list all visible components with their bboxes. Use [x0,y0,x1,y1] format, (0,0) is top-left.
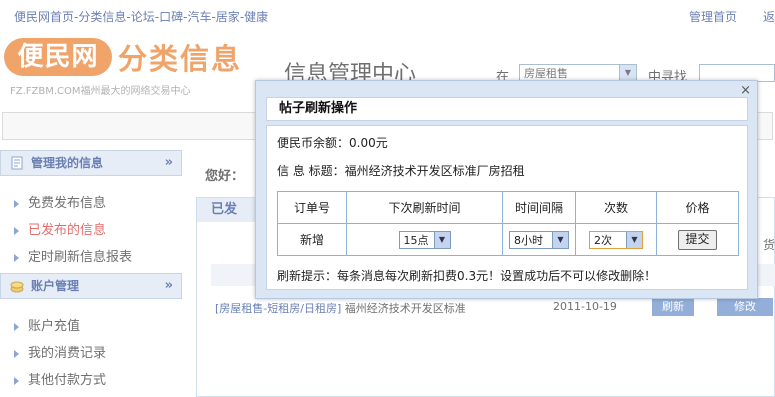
refresh-settings-table: 订单号 下次刷新时间 时间间隔 次数 价格 新增 15点 ▼ 8小时 ▼ 2次 … [277,191,739,256]
next-time-select[interactable]: 15点 ▼ [398,230,451,249]
col-header-price: 价格 [656,191,739,224]
close-icon[interactable]: × [740,83,751,98]
balance-label: 便民币余额： [277,136,350,150]
col-header-interval: 时间间隔 [502,191,576,224]
next-time-value: 15点 [403,233,429,247]
count-value: 2次 [594,233,612,247]
balance-line: 便民币余额：0.00元 [277,134,388,151]
chevron-down-icon: ▼ [626,231,642,248]
interval-cell: 8小时 ▼ [502,223,576,256]
interval-value: 8小时 [514,233,543,247]
subject-line: 信 息 标题：福州经济技术开发区标准厂房招租 [277,162,525,179]
refresh-dialog: × 帖子刷新操作 便民币余额：0.00元 信 息 标题：福州经济技术开发区标准厂… [255,80,758,299]
dialog-body: 便民币余额：0.00元 信 息 标题：福州经济技术开发区标准厂房招租 订单号 下… [266,125,748,290]
refresh-tip: 刷新提示：每条消息每次刷新扣费0.3元！设置成功后不可以修改删除！ [277,269,657,283]
subject-value: 福州经济技术开发区标准厂房招租 [344,164,525,178]
table-row: 新增 15点 ▼ 8小时 ▼ 2次 ▼ 提交 [277,223,739,256]
price-cell: 提交 [656,223,739,256]
count-select[interactable]: 2次 ▼ [589,230,643,249]
balance-value: 0.00元 [349,136,388,150]
next-time-cell: 15点 ▼ [346,223,503,256]
subject-label: 信 息 标题： [277,164,345,178]
col-header-order: 订单号 [277,191,347,224]
submit-button[interactable]: 提交 [678,229,717,250]
order-cell: 新增 [277,223,347,256]
interval-select[interactable]: 8小时 ▼ [509,230,569,249]
chevron-down-icon: ▼ [433,231,450,248]
dialog-title: 帖子刷新操作 [266,97,748,121]
col-header-next-time: 下次刷新时间 [346,191,503,224]
chevron-down-icon: ▼ [552,231,568,248]
count-cell: 2次 ▼ [575,223,657,256]
col-header-count: 次数 [575,191,657,224]
